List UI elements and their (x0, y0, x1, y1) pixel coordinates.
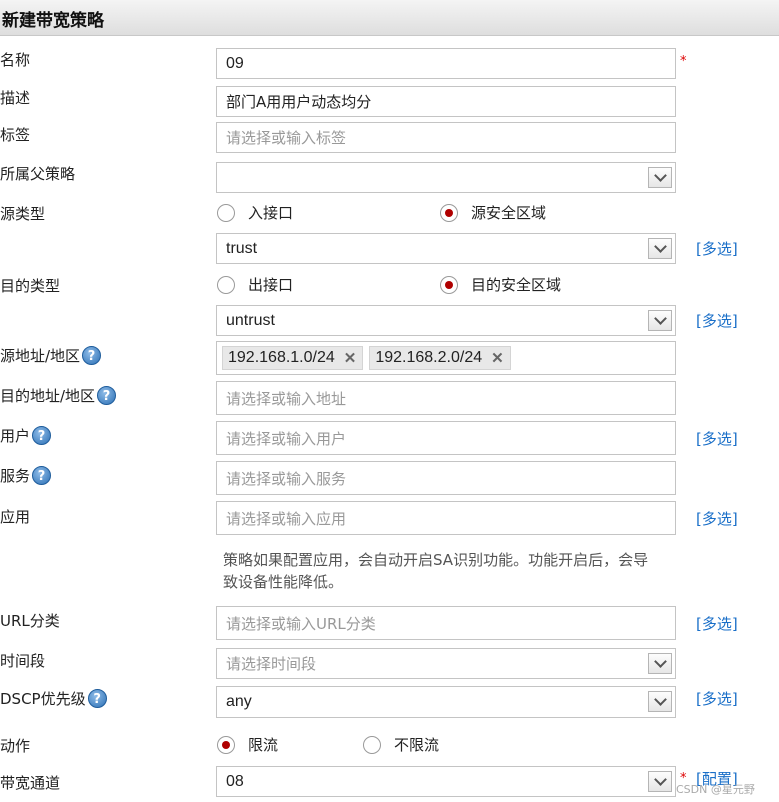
service-label-row: 服务 ? (0, 465, 52, 486)
radio-egress-interface-label: 出接口 (248, 276, 294, 294)
user-multi-select-link[interactable]: [多选] (696, 428, 738, 449)
radio-unchecked-icon[interactable] (217, 275, 235, 294)
parent-policy-select[interactable] (216, 162, 676, 193)
user-label: 用户 (0, 427, 31, 445)
application-multi-select-link[interactable]: [多选] (696, 508, 738, 529)
radio-egress-interface[interactable]: 出接口 (217, 274, 293, 295)
radio-ingress-interface-label: 入接口 (248, 204, 294, 222)
chevron-down-icon[interactable] (648, 310, 672, 331)
radio-no-limit[interactable]: 不限流 (363, 734, 439, 755)
chevron-down-icon[interactable] (648, 771, 672, 792)
address-chip: 192.168.2.0/24 ✕ (369, 346, 511, 370)
url-category-input[interactable]: 请选择或输入URL分类 (216, 606, 676, 640)
destination-zone-value: untrust (226, 311, 275, 329)
dialog-title: 新建带宽策略 (2, 11, 104, 31)
source-zone-select[interactable]: trust (216, 233, 676, 264)
source-zone-multi-select-link[interactable]: [多选] (696, 238, 738, 259)
dialog-titlebar: 新建带宽策略 (0, 0, 779, 36)
action-label: 动作 (0, 737, 31, 755)
radio-unchecked-icon[interactable] (217, 203, 235, 222)
application-input[interactable]: 请选择或输入应用 (216, 501, 676, 535)
schedule-select[interactable]: 请选择时间段 (216, 648, 676, 679)
url-category-multi-select-link[interactable]: [多选] (696, 613, 738, 634)
help-icon[interactable]: ? (32, 466, 52, 485)
dscp-label-row: DSCP优先级 ? (0, 688, 107, 709)
radio-unchecked-icon[interactable] (363, 735, 381, 754)
service-label: 服务 (0, 467, 31, 485)
destination-address-label-row: 目的地址/地区 ? (0, 385, 117, 406)
radio-limit[interactable]: 限流 (217, 734, 278, 755)
destination-zone-multi-select-link[interactable]: [多选] (696, 310, 738, 331)
required-mark: * (680, 54, 687, 69)
radio-destination-zone-label: 目的安全区域 (471, 276, 562, 294)
remove-chip-icon[interactable]: ✕ (491, 349, 504, 367)
destination-address-input[interactable]: 请选择或输入地址 (216, 381, 676, 415)
description-label: 描述 (0, 89, 31, 107)
bandwidth-channel-select[interactable]: 08 (216, 766, 676, 797)
tag-input[interactable]: 请选择或输入标签 (216, 122, 676, 153)
url-category-label: URL分类 (0, 612, 60, 630)
remove-chip-icon[interactable]: ✕ (344, 349, 357, 367)
source-zone-value: trust (226, 239, 258, 257)
source-type-label: 源类型 (0, 205, 46, 223)
watermark: CSDN @星元野 (676, 783, 755, 796)
radio-limit-label: 限流 (248, 736, 279, 754)
application-label: 应用 (0, 508, 31, 526)
source-address-label-row: 源地址/地区 ? (0, 345, 102, 366)
chevron-down-icon[interactable] (648, 653, 672, 674)
dscp-select[interactable]: any (216, 686, 676, 718)
radio-checked-icon[interactable] (440, 275, 458, 294)
schedule-label: 时间段 (0, 652, 46, 670)
radio-source-zone[interactable]: 源安全区域 (440, 202, 546, 223)
parent-policy-label: 所属父策略 (0, 165, 76, 183)
source-address-input[interactable]: 192.168.1.0/24 ✕ 192.168.2.0/24 ✕ (216, 341, 676, 375)
user-label-row: 用户 ? (0, 425, 52, 446)
dscp-value: any (226, 693, 252, 710)
application-hint-text: 策略如果配置应用，会自动开启SA识别功能。功能开启后，会导致设备性能降低。 (223, 551, 649, 591)
address-chip-label: 192.168.1.0/24 (228, 349, 335, 366)
radio-checked-icon[interactable] (440, 203, 458, 222)
address-chip: 192.168.1.0/24 ✕ (222, 346, 364, 370)
bandwidth-channel-label: 带宽通道 (0, 774, 61, 792)
bandwidth-channel-value: 08 (226, 772, 244, 790)
schedule-placeholder: 请选择时间段 (226, 655, 317, 673)
name-input[interactable]: 09 (216, 48, 676, 79)
help-icon[interactable]: ? (87, 689, 107, 708)
dscp-label: DSCP优先级 (0, 690, 86, 708)
destination-type-label: 目的类型 (0, 277, 61, 295)
dscp-multi-select-link[interactable]: [多选] (696, 688, 738, 709)
chevron-down-icon[interactable] (648, 691, 672, 712)
name-label: 名称 (0, 51, 31, 69)
radio-checked-icon[interactable] (217, 735, 235, 754)
user-input[interactable]: 请选择或输入用户 (216, 421, 676, 455)
radio-no-limit-label: 不限流 (394, 736, 440, 754)
chevron-down-icon[interactable] (648, 167, 672, 188)
destination-zone-select[interactable]: untrust (216, 305, 676, 336)
radio-destination-zone[interactable]: 目的安全区域 (440, 274, 561, 295)
source-address-label: 源地址/地区 (0, 347, 81, 365)
description-input[interactable]: 部门A用用户动态均分 (216, 86, 676, 117)
service-input[interactable]: 请选择或输入服务 (216, 461, 676, 495)
help-icon[interactable]: ? (82, 346, 102, 365)
help-icon[interactable]: ? (32, 426, 52, 445)
chevron-down-icon[interactable] (648, 238, 672, 259)
help-icon[interactable]: ? (97, 386, 117, 405)
tag-label: 标签 (0, 126, 31, 144)
radio-source-zone-label: 源安全区域 (471, 204, 547, 222)
address-chip-label: 192.168.2.0/24 (375, 349, 483, 366)
radio-ingress-interface[interactable]: 入接口 (217, 202, 293, 223)
destination-address-label: 目的地址/地区 (0, 387, 96, 405)
